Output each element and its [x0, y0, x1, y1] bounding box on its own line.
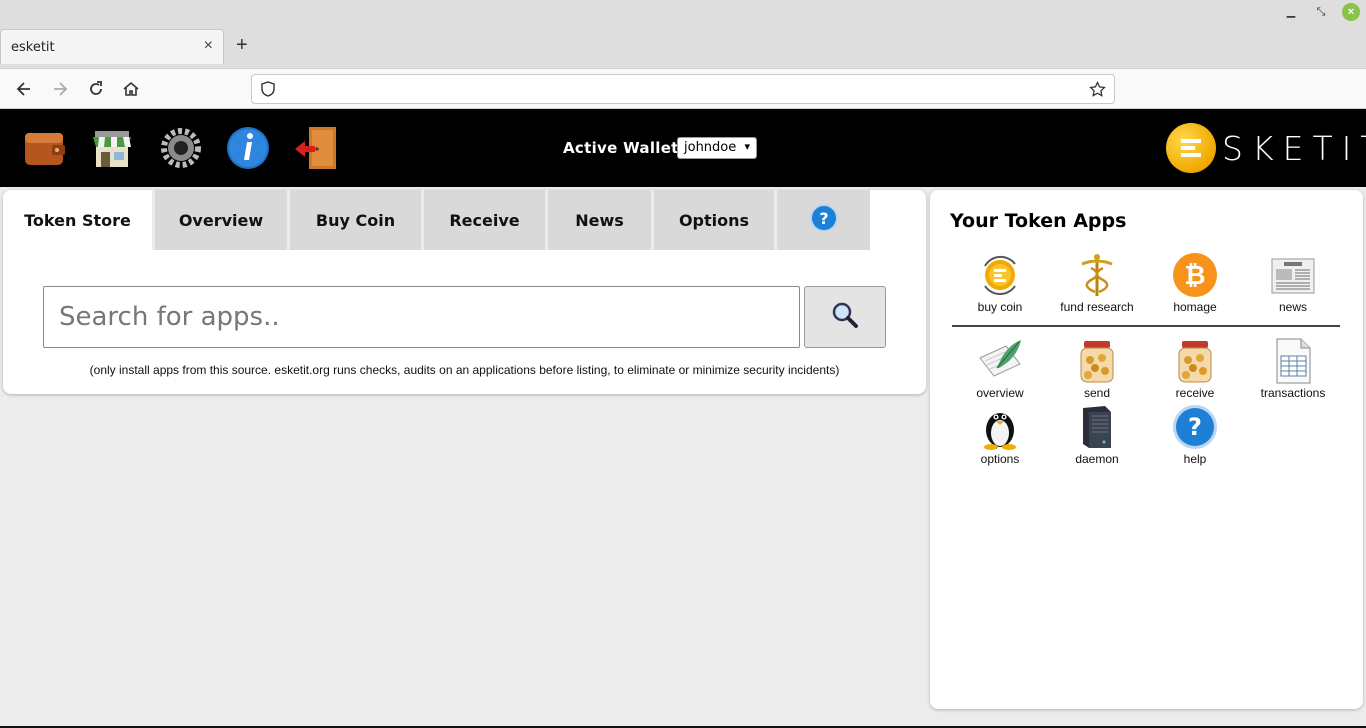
- svg-text:₿: ₿: [1184, 261, 1205, 291]
- app-label: fund research: [1060, 300, 1134, 314]
- app-homage[interactable]: ₿ homage: [1146, 252, 1244, 314]
- brand-text: SKETIT: [1222, 128, 1366, 168]
- brand-coin-icon: [1166, 123, 1216, 173]
- app-label: news: [1278, 300, 1307, 314]
- tab-buy-coin[interactable]: Buy Coin: [290, 190, 424, 250]
- tab-close-icon[interactable]: ×: [204, 37, 213, 55]
- coin-jar-icon: [1172, 338, 1218, 384]
- app-daemon[interactable]: daemon: [1048, 404, 1146, 466]
- app-header: Active Wallet: johndoe ▾ SKETIT: [0, 109, 1366, 187]
- token-apps-title: Your Token Apps: [950, 210, 1127, 232]
- bookmark-star-icon[interactable]: [1089, 80, 1106, 103]
- restore-icon[interactable]: ⤡: [1312, 3, 1330, 21]
- reload-icon[interactable]: [84, 77, 108, 101]
- svg-text:?: ?: [819, 209, 828, 228]
- apps-divider: [952, 325, 1340, 327]
- gear-icon[interactable]: [158, 125, 204, 171]
- notepad-icon: [977, 338, 1023, 384]
- new-tab-button[interactable]: +: [236, 34, 248, 57]
- app-buy-coin[interactable]: buy coin: [951, 252, 1049, 314]
- tab-options[interactable]: Options: [654, 190, 777, 250]
- app-receive[interactable]: receive: [1146, 338, 1244, 400]
- info-icon[interactable]: [225, 125, 271, 171]
- tab-help[interactable]: ?: [777, 190, 870, 250]
- home-icon[interactable]: [119, 77, 143, 101]
- app-label: buy coin: [977, 300, 1023, 314]
- browser-navbar: [0, 68, 1366, 109]
- store-tabs: Token Store Overview Buy Coin Receive Ne…: [3, 190, 870, 250]
- minimize-icon[interactable]: ▁: [1282, 3, 1300, 21]
- help-icon: ?: [809, 203, 839, 237]
- browser-titlebar: ▁ ⤡ × esketit × +: [0, 0, 1366, 68]
- app-label: send: [1083, 386, 1111, 400]
- back-icon[interactable]: [12, 77, 36, 101]
- forward-icon[interactable]: [48, 77, 72, 101]
- exit-icon[interactable]: [293, 125, 339, 171]
- search-button[interactable]: [804, 286, 886, 348]
- app-label: overview: [976, 386, 1024, 400]
- svg-text:?: ?: [1188, 413, 1202, 441]
- wallet-select[interactable]: johndoe ▾: [677, 137, 757, 159]
- token-store-panel: Token Store Overview Buy Coin Receive Ne…: [3, 190, 926, 394]
- app-send[interactable]: send: [1048, 338, 1146, 400]
- search-input[interactable]: Search for apps..: [43, 286, 800, 348]
- browser-tab[interactable]: esketit ×: [0, 29, 224, 64]
- shield-icon[interactable]: [260, 81, 276, 102]
- help-icon: ?: [1172, 404, 1218, 450]
- coin-jar-icon: [1074, 338, 1120, 384]
- app-label: receive: [1175, 386, 1215, 400]
- app-label: help: [1183, 452, 1207, 466]
- app-fund-research[interactable]: fund research: [1048, 252, 1146, 314]
- wallet-select-value: johndoe: [684, 140, 737, 155]
- app-label: daemon: [1075, 452, 1119, 466]
- install-disclaimer: (only install apps from this source. esk…: [89, 363, 840, 377]
- brand-logo: SKETIT: [1166, 122, 1366, 174]
- store-icon[interactable]: [89, 125, 135, 171]
- app-label: options: [980, 452, 1020, 466]
- chevron-down-icon: ▾: [744, 140, 750, 153]
- tab-title: esketit: [11, 40, 55, 55]
- bitcoin-icon: ₿: [1172, 252, 1218, 298]
- server-icon: [1074, 404, 1120, 450]
- close-window-icon[interactable]: ×: [1342, 3, 1360, 21]
- newspaper-icon: [1270, 252, 1316, 298]
- coin-refresh-icon: [977, 252, 1023, 298]
- app-overview[interactable]: overview: [951, 338, 1049, 400]
- token-apps-panel: Your Token Apps buy coin fund research ₿…: [930, 190, 1363, 709]
- url-bar[interactable]: [251, 74, 1115, 104]
- search-icon: [830, 300, 860, 335]
- app-options[interactable]: options: [951, 404, 1049, 466]
- app-transactions[interactable]: transactions: [1244, 338, 1342, 400]
- active-wallet-label: Active Wallet:: [563, 139, 685, 157]
- app-news[interactable]: news: [1244, 252, 1342, 314]
- penguin-icon: [977, 404, 1023, 450]
- tab-receive[interactable]: Receive: [424, 190, 548, 250]
- app-label: transactions: [1260, 386, 1326, 400]
- spreadsheet-icon: [1270, 338, 1316, 384]
- caduceus-icon: [1074, 252, 1120, 298]
- tab-news[interactable]: News: [548, 190, 654, 250]
- wallet-icon[interactable]: [22, 125, 68, 171]
- app-label: homage: [1173, 300, 1217, 314]
- app-help[interactable]: ? help: [1146, 404, 1244, 466]
- tab-overview[interactable]: Overview: [155, 190, 290, 250]
- tab-token-store[interactable]: Token Store: [3, 190, 155, 250]
